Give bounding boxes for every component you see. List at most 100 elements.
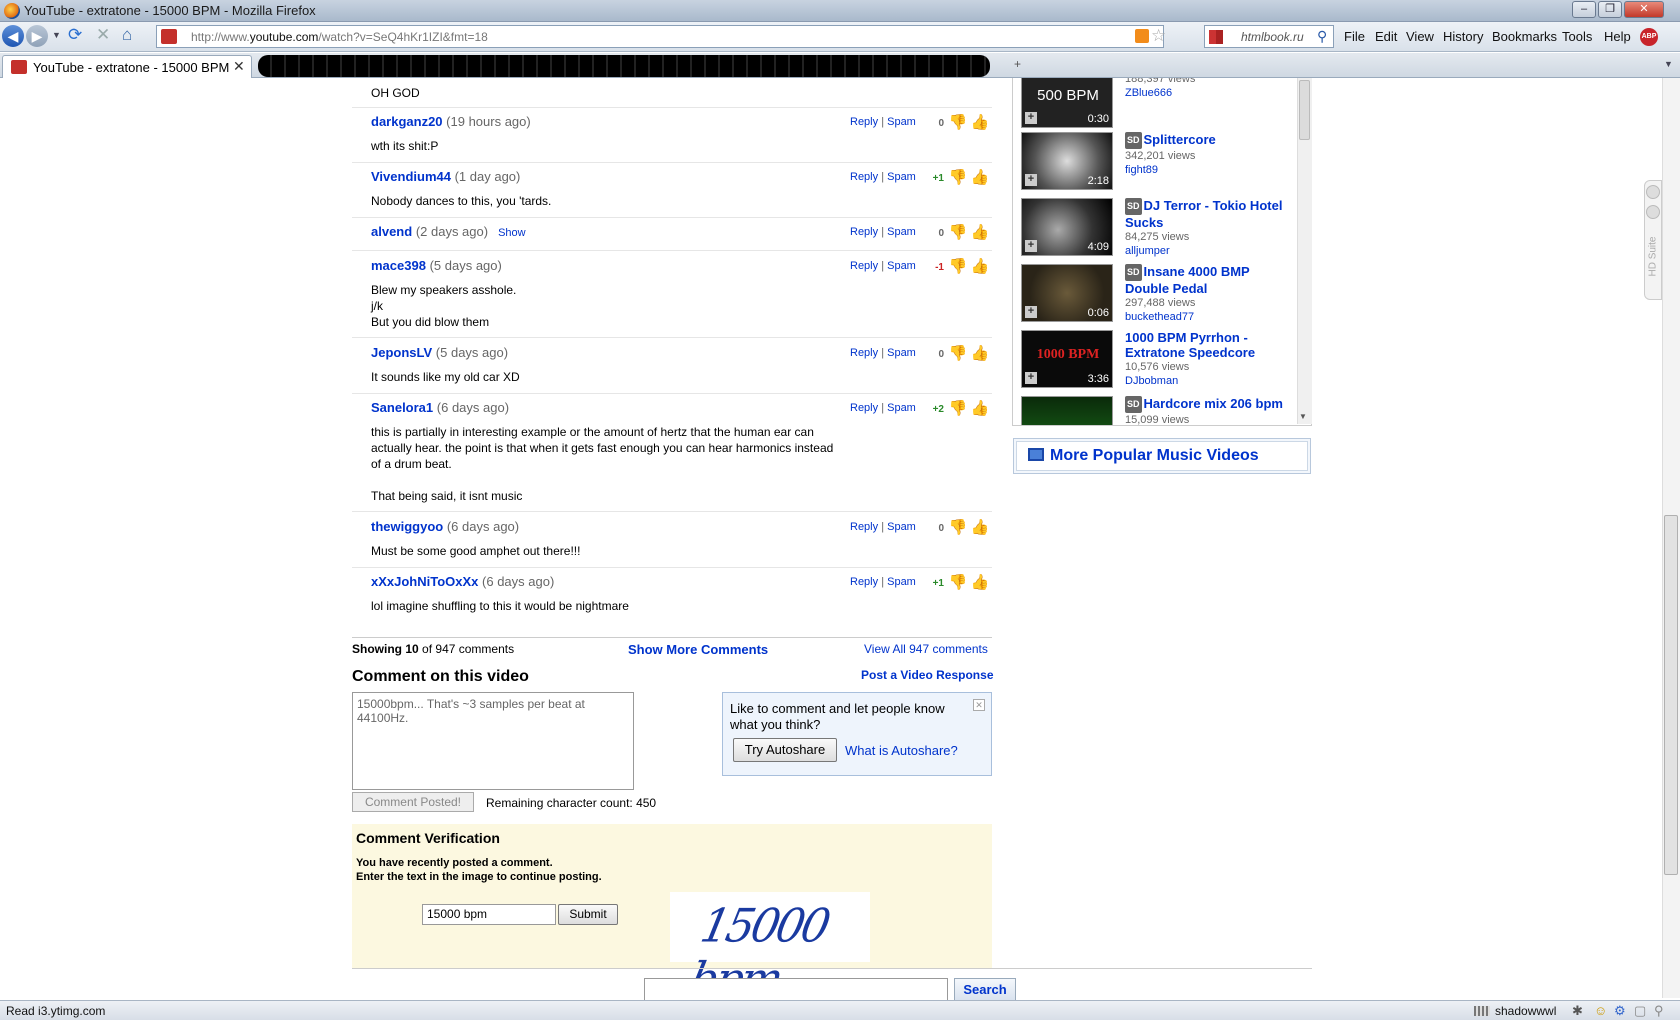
comment-user-link[interactable]: xXxJohNiToOxXx (6 days ago) (371, 574, 554, 589)
home-icon[interactable]: ⌂ (122, 25, 132, 45)
url-text[interactable]: http://www.youtube.com/watch?v=SeQ4hKr1I… (191, 30, 488, 44)
reply-link[interactable]: Reply (850, 260, 878, 272)
related-video-item[interactable]: + 2:18 SD Splittercore 342,201 views figh… (1021, 132, 1301, 196)
what-is-autoshare-link[interactable]: What is Autoshare? (845, 743, 958, 758)
search-engine-icon[interactable] (1209, 30, 1223, 44)
spam-link[interactable]: Spam (887, 576, 916, 588)
forward-button[interactable]: ▶ (26, 25, 48, 47)
video-title-link[interactable]: Insane 4000 BMP Double Pedal (1125, 264, 1250, 296)
video-thumbnail[interactable]: + 2:18 (1021, 132, 1113, 190)
related-video-item[interactable]: 1000 BPM + 3:36 1000 BPM Pyrrhon - Extra… (1021, 330, 1301, 394)
video-title-link[interactable]: DJ Terror - Tokio Hotel Sucks (1125, 198, 1282, 230)
rss-feed-icon[interactable] (1135, 29, 1149, 43)
menu-history[interactable]: History (1443, 29, 1483, 44)
menu-bookmarks[interactable]: Bookmarks (1492, 29, 1557, 44)
thumbs-down-icon[interactable]: 👎 (948, 223, 968, 243)
comment-user-link[interactable]: alvend (2 days ago) Show (371, 224, 526, 239)
thumbs-up-icon[interactable]: 👍 (970, 257, 990, 277)
search-engine-box[interactable]: htmlbook.ru ⚲ (1204, 25, 1334, 48)
video-thumbnail[interactable]: 500 BPM + 0:30 (1021, 78, 1113, 128)
back-button[interactable]: ◀ (2, 25, 24, 47)
captcha-input[interactable]: 15000 bpm (422, 904, 556, 925)
reply-link[interactable]: Reply (850, 402, 878, 414)
thumbs-up-icon[interactable]: 👍 (970, 399, 990, 419)
stop-icon[interactable]: ✕ (96, 25, 110, 45)
submit-button[interactable]: Submit (558, 904, 618, 925)
thumbs-up-icon[interactable]: 👍 (970, 168, 990, 188)
smiley-icon[interactable]: ☺ (1594, 1003, 1607, 1018)
add-to-quicklist-icon[interactable]: + (1025, 112, 1037, 124)
comment-user-link[interactable]: JeponsLV (5 days ago) (371, 345, 508, 360)
show-more-comments-link[interactable]: Show More Comments (628, 642, 768, 657)
reply-link[interactable]: Reply (850, 171, 878, 183)
comment-user-link[interactable]: thewiggyoo (6 days ago) (371, 519, 519, 534)
spam-link[interactable]: Spam (887, 260, 916, 272)
spam-link[interactable]: Spam (887, 347, 916, 359)
video-author-link[interactable]: ZBlue666 (1125, 86, 1295, 100)
video-author-link[interactable]: DJbobman (1125, 374, 1295, 388)
page-icon[interactable]: ▢ (1634, 1003, 1646, 1019)
menu-view[interactable]: View (1406, 29, 1434, 44)
video-thumbnail[interactable]: 1000 BPM + 3:36 (1021, 330, 1113, 388)
history-dropdown-icon[interactable]: ▼ (52, 30, 61, 40)
thumbs-up-icon[interactable]: 👍 (970, 223, 990, 243)
thumbs-down-icon[interactable]: 👎 (948, 113, 968, 133)
footer-search-button[interactable]: Search (954, 978, 1016, 1002)
video-thumbnail[interactable]: + 4:09 (1021, 198, 1113, 256)
reload-icon[interactable]: ⟳ (68, 25, 82, 45)
comment-user-link[interactable]: darkganz20 (19 hours ago) (371, 114, 531, 129)
thumbs-down-icon[interactable]: 👎 (948, 518, 968, 538)
related-video-item[interactable]: 500 BPM + 0:30 188,397 views ZBlue666 (1021, 78, 1301, 134)
thumbs-down-icon[interactable]: 👎 (948, 399, 968, 419)
adblock-icon[interactable]: ABP (1640, 28, 1658, 46)
thumbs-down-icon[interactable]: 👎 (948, 168, 968, 188)
zoom-icon[interactable]: ⚲ (1654, 1003, 1664, 1019)
spam-link[interactable]: Spam (887, 226, 916, 238)
video-author-link[interactable]: fight89 (1125, 163, 1295, 177)
related-videos-scroll-thumb[interactable] (1299, 80, 1310, 140)
spam-link[interactable]: Spam (887, 116, 916, 128)
reply-link[interactable]: Reply (850, 576, 878, 588)
thumbs-up-icon[interactable]: 👍 (970, 344, 990, 364)
thumbs-up-icon[interactable]: 👍 (970, 573, 990, 593)
post-video-response-link[interactable]: Post a Video Response (861, 668, 994, 682)
comment-user-link[interactable]: Sanelora1 (6 days ago) (371, 400, 509, 415)
reply-link[interactable]: Reply (850, 347, 878, 359)
hd-suite-extension-tab[interactable]: HD Suite (1644, 180, 1662, 300)
url-bar[interactable]: http://www.youtube.com/watch?v=SeQ4hKr1I… (156, 25, 1166, 48)
extension-icon[interactable]: ✱ (1572, 1003, 1583, 1019)
tab-youtube[interactable]: YouTube - extratone - 15000 BPM ✕ (2, 55, 252, 78)
add-to-quicklist-icon[interactable]: + (1025, 372, 1037, 384)
search-magnifier-icon[interactable]: ⚲ (1317, 28, 1327, 45)
reply-link[interactable]: Reply (850, 521, 878, 533)
thumbs-down-icon[interactable]: 👎 (948, 344, 968, 364)
related-video-item[interactable]: + 0:06 SD Insane 4000 BMP Double Pedal 29… (1021, 264, 1301, 328)
add-to-quicklist-icon[interactable]: + (1025, 240, 1037, 252)
tab-close-icon[interactable]: ✕ (233, 58, 245, 75)
close-icon[interactable]: ✕ (973, 699, 985, 711)
more-popular-music-videos-button[interactable]: More Popular Music Videos (1013, 438, 1311, 474)
comment-user-link[interactable]: mace398 (5 days ago) (371, 258, 502, 273)
close-window-button[interactable]: ✕ (1624, 1, 1664, 18)
hd-suite-icon[interactable] (1646, 205, 1660, 219)
show-comment-link[interactable]: Show (498, 227, 526, 239)
related-video-item[interactable]: SD Hardcore mix 206 bpm 15,099 views (1021, 396, 1301, 425)
menu-file[interactable]: File (1344, 29, 1365, 44)
thumbs-down-icon[interactable]: 👎 (948, 257, 968, 277)
thumbs-up-icon[interactable]: 👍 (970, 113, 990, 133)
add-to-quicklist-icon[interactable]: + (1025, 306, 1037, 318)
thumbs-down-icon[interactable]: 👎 (948, 573, 968, 593)
bookmark-star-icon[interactable]: ☆ (1151, 26, 1166, 46)
spam-link[interactable]: Spam (887, 521, 916, 533)
comment-user-link[interactable]: Vivendium44 (1 day ago) (371, 169, 520, 184)
maximize-button[interactable]: ❐ (1598, 1, 1622, 18)
scroll-down-arrow-icon[interactable]: ▼ (1299, 412, 1307, 421)
video-title-link[interactable]: Hardcore mix 206 bpm (1144, 396, 1283, 411)
menu-tools[interactable]: Tools (1562, 29, 1592, 44)
minimize-button[interactable]: – (1572, 1, 1596, 18)
comment-textarea[interactable]: 15000bpm... That's ~3 samples per beat a… (352, 692, 634, 790)
footer-search-input[interactable] (644, 978, 948, 1002)
menu-edit[interactable]: Edit (1375, 29, 1397, 44)
spam-link[interactable]: Spam (887, 402, 916, 414)
video-title-link[interactable]: Splittercore (1144, 132, 1216, 147)
